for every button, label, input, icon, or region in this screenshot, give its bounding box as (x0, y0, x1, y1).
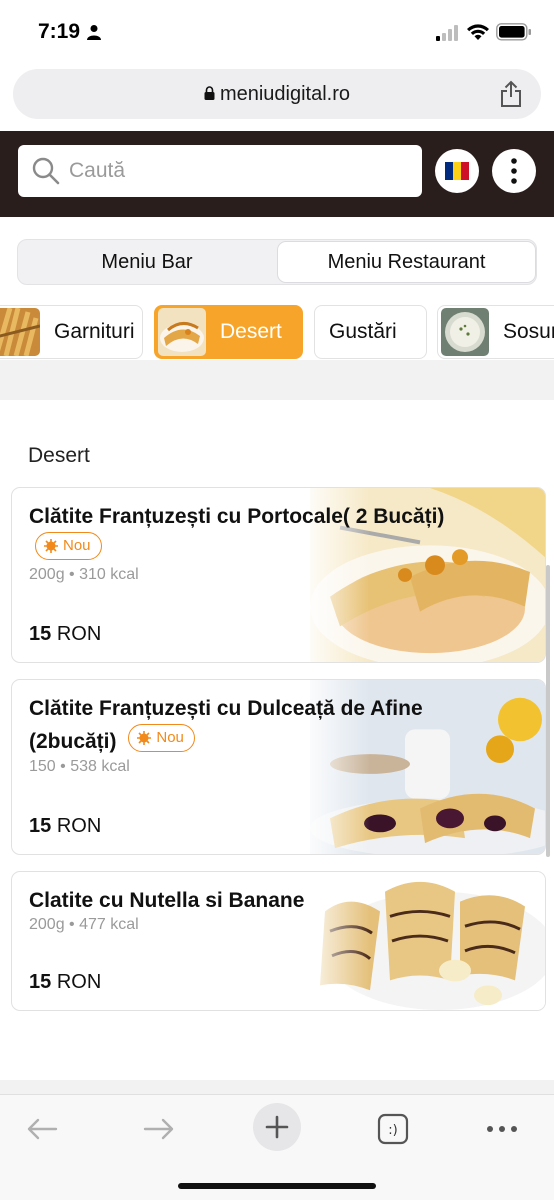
tab-meniu-bar[interactable]: Meniu Bar (18, 240, 276, 284)
signal-icon (436, 25, 458, 41)
category-label: Gustări (329, 320, 397, 343)
lock-icon (204, 86, 215, 100)
category-chip-sosuri[interactable]: Sosuri (437, 305, 554, 359)
product-meta: 150 • 538 kcal (29, 758, 130, 775)
category-label: Desert (220, 320, 282, 343)
product-price: 15 RON (29, 623, 102, 645)
product-title: Clatite cu Nutella si Banane (29, 889, 305, 912)
status-bar: 7:19 (0, 0, 554, 66)
product-card[interactable]: Clatite cu Nutella si Banane 200g • 477 … (11, 871, 546, 1011)
romania-flag-icon (445, 162, 469, 180)
sauce-thumb-icon (441, 308, 489, 356)
menu-header (0, 131, 554, 217)
crepes-thumb-icon (158, 308, 206, 356)
menu-tabs: Meniu Bar Meniu Restaurant (17, 239, 537, 285)
language-button[interactable] (435, 149, 479, 193)
horizontal-dots-icon (487, 1126, 517, 1132)
fries-thumb-icon (0, 308, 40, 356)
new-tab-button[interactable] (253, 1103, 301, 1151)
url-text: meniudigital.ro (219, 82, 351, 105)
battery-icon (496, 23, 531, 41)
category-chip-gustari[interactable]: Gustări (314, 305, 427, 359)
product-card[interactable]: Clătite Franțuzești cu Portocale( 2 Bucă… (11, 487, 546, 663)
more-options-button[interactable] (492, 149, 536, 193)
home-indicator (178, 1183, 376, 1189)
search-input[interactable] (69, 159, 399, 183)
tab-meniu-restaurant[interactable]: Meniu Restaurant (277, 241, 536, 283)
plus-icon (265, 1115, 289, 1139)
search-icon (32, 157, 60, 185)
category-chip-garnituri[interactable]: Garnituri (0, 305, 143, 359)
browser-menu-button[interactable] (480, 1107, 524, 1151)
arrow-left-icon (27, 1118, 58, 1140)
tab-switcher-icon: :) (377, 1113, 409, 1145)
product-meta: 200g • 477 kcal (29, 916, 139, 933)
vertical-dots-icon (511, 158, 517, 184)
product-card[interactable]: Clătite Franțuzești cu Dulceață de Afine… (11, 679, 546, 855)
new-badge: Nou (35, 532, 102, 560)
scrollbar[interactable] (546, 565, 550, 857)
status-time: 7:19 (38, 20, 81, 43)
product-price: 15 RON (29, 815, 102, 837)
content-footer-divider (0, 1080, 554, 1094)
product-meta: 200g • 310 kcal (29, 566, 139, 583)
wifi-icon (467, 24, 489, 40)
person-icon (87, 25, 101, 40)
category-label: Sosuri (503, 320, 554, 343)
category-chips: Garnituri Desert Gustări Sosu (0, 305, 554, 361)
section-title: Desert (28, 444, 90, 467)
tab-switcher-label: :) (388, 1123, 397, 1138)
starburst-icon (44, 539, 58, 553)
address-bar[interactable]: meniudigital.ro (13, 69, 541, 119)
product-title: Clătite Franțuzești cu Dulceață de Afine… (29, 697, 423, 753)
category-chip-desert[interactable]: Desert (154, 305, 303, 359)
share-icon[interactable] (499, 80, 523, 108)
product-price: 15 RON (29, 971, 102, 993)
search-box[interactable] (18, 145, 422, 197)
product-title: Clătite Franțuzești cu Portocale( 2 Bucă… (29, 502, 449, 565)
forward-button[interactable] (137, 1107, 181, 1151)
category-label: Garnituri (54, 320, 135, 343)
new-badge: Nou (128, 724, 195, 752)
tabs-button[interactable]: :) (371, 1107, 415, 1151)
section-separator (0, 360, 554, 400)
starburst-icon (137, 731, 152, 745)
arrow-right-icon (143, 1118, 174, 1140)
back-button[interactable] (20, 1107, 64, 1151)
page: 7:19 meniudigital.ro Caută Meniu Bar Men… (0, 0, 554, 1200)
